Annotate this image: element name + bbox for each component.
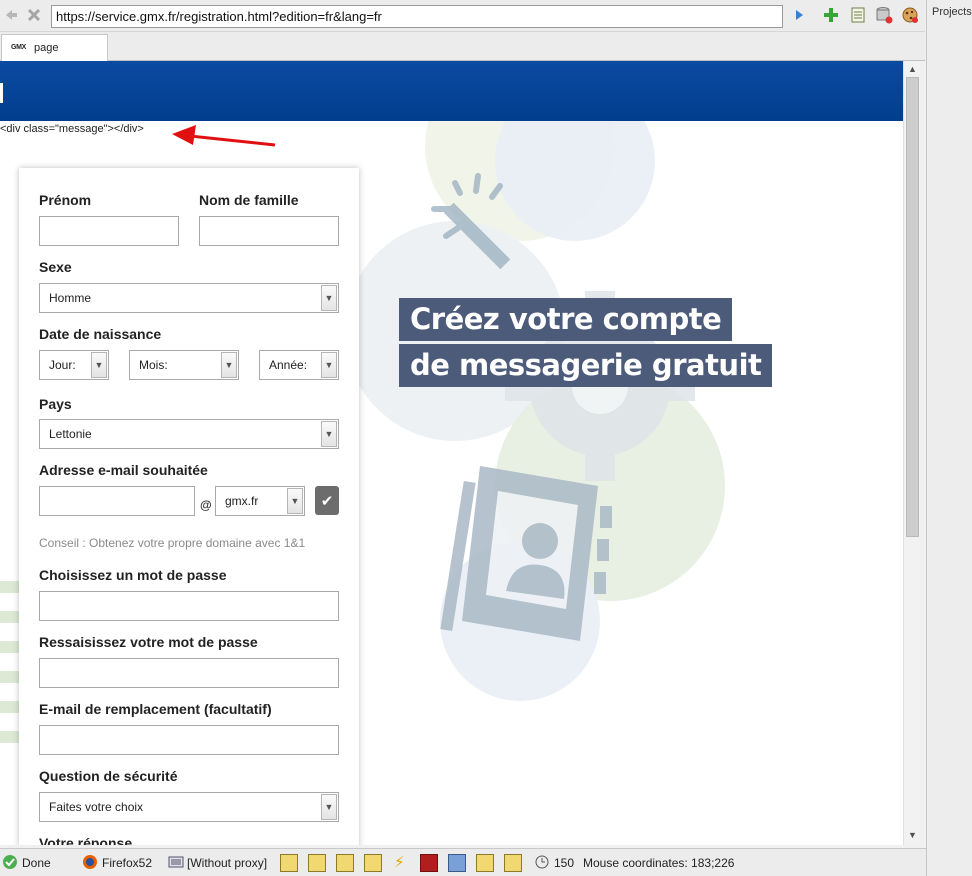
security-question-select[interactable]: Faites votre choix ▼ (39, 792, 339, 822)
go-icon[interactable] (790, 6, 808, 24)
answer-label: Votre réponse (39, 835, 133, 845)
chevron-down-icon: ▼ (321, 794, 337, 820)
scroll-thumb[interactable] (906, 77, 919, 537)
page-viewport: <div class="message"></div> Créez votre … (0, 61, 903, 845)
domain-hint[interactable]: Conseil : Obtenez votre propre domaine a… (39, 536, 305, 550)
tab-bar: GMX page (0, 32, 925, 62)
scroll-down-icon[interactable]: ▼ (904, 827, 921, 843)
page-header (0, 61, 903, 121)
add-icon[interactable] (822, 6, 840, 24)
email-input[interactable] (39, 486, 195, 516)
chevron-down-icon: ▼ (321, 421, 337, 447)
gender-value: Homme (49, 291, 92, 305)
done-check-icon (2, 854, 18, 873)
last-name-label: Nom de famille (199, 192, 299, 208)
projects-panel: Projects (926, 0, 972, 876)
status-mouse-coordinates: Mouse coordinates: 183;226 (583, 856, 735, 870)
day-value: Jour: (49, 358, 76, 372)
clock-icon (535, 855, 549, 872)
flash-icon[interactable] (420, 854, 438, 872)
image-tool-icon[interactable] (280, 854, 298, 872)
browser-toolbar: https://service.gmx.fr/registration.html… (0, 0, 925, 32)
back-arrow-icon[interactable] (1, 6, 19, 24)
chevron-down-icon: ▼ (321, 285, 337, 311)
headline: Créez votre compte de messagerie gratuit (399, 298, 773, 387)
annotation-arrow (172, 125, 276, 147)
password-input[interactable] (39, 591, 339, 621)
chevron-down-icon: ▼ (91, 352, 107, 378)
display-tool-icon[interactable] (448, 854, 466, 872)
country-value: Lettonie (49, 427, 92, 441)
vertical-scrollbar[interactable]: ▲ ▼ (903, 61, 920, 845)
firefox-icon (82, 854, 98, 873)
chevron-down-icon: ▼ (221, 352, 237, 378)
header-notch (0, 83, 3, 103)
status-done: Done (22, 856, 51, 870)
registration-form: Prénom Nom de famille Sexe Homme ▼ Date … (19, 168, 359, 845)
month-select[interactable]: Mois: ▼ (129, 350, 239, 380)
browser-window: https://service.gmx.fr/registration.html… (0, 0, 972, 876)
first-name-input[interactable] (39, 216, 179, 246)
year-value: Année: (269, 358, 308, 372)
frame-tool-icon[interactable] (336, 854, 354, 872)
security-question-label: Question de sécurité (39, 768, 178, 784)
music-tool-icon[interactable] (504, 854, 522, 872)
password-confirm-label: Ressaisissez votre mot de passe (39, 634, 258, 650)
last-name-input[interactable] (199, 216, 339, 246)
status-proxy[interactable]: [Without proxy] (187, 856, 267, 870)
chevron-down-icon: ▼ (287, 488, 303, 514)
headline-line-2: de messagerie gratuit (399, 344, 773, 387)
gender-select[interactable]: Homme ▼ (39, 283, 339, 313)
security-question-value: Faites votre choix (49, 800, 144, 814)
status-bar: Done Firefox52 [Without proxy] ⚡ 150 Mou… (0, 848, 926, 876)
page-icon[interactable] (849, 6, 867, 24)
css-tool-icon[interactable] (364, 854, 382, 872)
checkmark-icon: ✔ (320, 492, 334, 510)
tab-page[interactable]: GMX page (1, 34, 108, 62)
proxy-icon (168, 854, 184, 873)
status-browser[interactable]: Firefox52 (102, 856, 152, 870)
first-name-label: Prénom (39, 192, 92, 208)
recovery-email-input[interactable] (39, 725, 339, 755)
birthdate-label: Date de naissance (39, 326, 162, 342)
left-edge-decoration (0, 581, 20, 743)
cookie-icon[interactable] (901, 6, 919, 24)
projects-label[interactable]: Projects (932, 6, 972, 18)
day-select[interactable]: Jour: ▼ (39, 350, 109, 380)
status-zoom: 150 (554, 856, 575, 870)
gender-label: Sexe (39, 259, 72, 275)
lightning-icon[interactable]: ⚡ (394, 853, 405, 871)
tab-title: page (34, 42, 59, 54)
month-value: Mois: (139, 358, 168, 372)
database-icon[interactable] (875, 6, 893, 24)
stop-icon[interactable] (25, 6, 43, 24)
at-symbol: @ (200, 498, 212, 512)
password-confirm-input[interactable] (39, 658, 339, 688)
headline-line-1: Créez votre compte (399, 298, 733, 341)
domain-value: gmx.fr (225, 494, 259, 508)
pdf-tool-icon[interactable] (476, 854, 494, 872)
domain-select[interactable]: gmx.fr ▼ (215, 486, 305, 516)
password-label: Choisissez un mot de passe (39, 567, 227, 583)
window-tool-icon[interactable] (308, 854, 326, 872)
gmx-favicon-icon: GMX (11, 44, 27, 51)
year-select[interactable]: Année: ▼ (259, 350, 339, 380)
country-select[interactable]: Lettonie ▼ (39, 419, 339, 449)
check-availability-button[interactable]: ✔ (315, 486, 339, 515)
recovery-email-label: E-mail de remplacement (facultatif) (39, 701, 272, 717)
address-bar[interactable]: https://service.gmx.fr/registration.html… (51, 5, 783, 28)
email-label: Adresse e-mail souhaitée (39, 462, 208, 478)
chevron-down-icon: ▼ (321, 352, 337, 378)
scroll-up-icon[interactable]: ▲ (904, 61, 921, 77)
country-label: Pays (39, 396, 72, 412)
